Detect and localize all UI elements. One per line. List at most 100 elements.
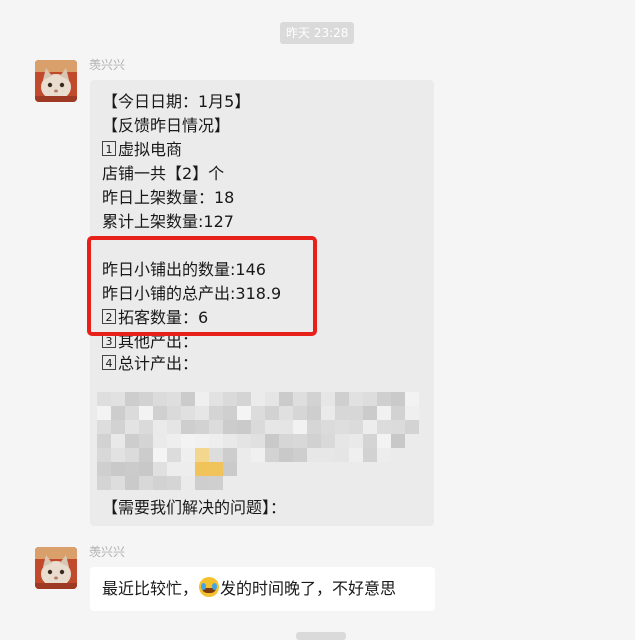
- mosaic-cell: [279, 420, 293, 434]
- mosaic-cell: [195, 462, 209, 476]
- mosaic-cell: [363, 448, 377, 462]
- sender-avatar[interactable]: [35, 547, 77, 589]
- mosaic-cell: [181, 392, 195, 406]
- mosaic-cell: [153, 420, 167, 434]
- mosaic-cell: [237, 406, 251, 420]
- mosaic-cell: [251, 406, 265, 420]
- mosaic-cell: [139, 476, 153, 490]
- mosaic-cell: [279, 434, 293, 448]
- mosaic-cell: [167, 434, 181, 448]
- mosaic-cell: [377, 392, 391, 406]
- mosaic-cell: [111, 448, 125, 462]
- mosaic-cell: [167, 462, 181, 476]
- mosaic-cell: [209, 434, 223, 448]
- mosaic-cell: [97, 406, 111, 420]
- mosaic-cell: [153, 448, 167, 462]
- mosaic-cell: [307, 434, 321, 448]
- mosaic-cell: [265, 392, 279, 406]
- mosaic-cell: [223, 462, 237, 476]
- number-box-icon: 4: [102, 355, 116, 370]
- mosaic-cell: [209, 420, 223, 434]
- mosaic-cell: [111, 420, 125, 434]
- mosaic-cell: [195, 420, 209, 434]
- tears-of-joy-emoji-icon: [199, 577, 220, 597]
- mosaic-cell: [111, 434, 125, 448]
- mosaic-cell: [251, 448, 265, 462]
- mosaic-cell: [195, 448, 209, 462]
- mosaic-cell: [321, 448, 335, 462]
- mosaic-cell: [125, 476, 139, 490]
- mosaic-cell: [335, 392, 349, 406]
- mosaic-cell: [195, 392, 209, 406]
- mosaic-cell: [391, 406, 405, 420]
- mosaic-cell: [335, 434, 349, 448]
- mosaic-cell: [405, 420, 419, 434]
- mosaic-cell: [125, 462, 139, 476]
- mosaic-cell: [265, 420, 279, 434]
- message-line: 昨日上架数量：18: [102, 188, 235, 207]
- message-bubble[interactable]: 最近比较忙， 发的时间晚了，不好意思: [90, 567, 435, 611]
- mosaic-cell: [237, 392, 251, 406]
- red-highlight-box: [87, 236, 317, 336]
- mosaic-cell: [251, 392, 265, 406]
- mosaic-cell: [237, 434, 251, 448]
- mosaic-cell: [223, 448, 237, 462]
- mosaic-cell: [223, 392, 237, 406]
- mosaic-cell: [125, 406, 139, 420]
- sender-name: 羡兴兴: [89, 545, 126, 559]
- mosaic-cell: [335, 420, 349, 434]
- message-line: 【反馈昨日情况】: [102, 116, 231, 135]
- mosaic-cell: [111, 476, 125, 490]
- mosaic-cell: [265, 434, 279, 448]
- mosaic-cell: [293, 434, 307, 448]
- mosaic-cell: [363, 434, 377, 448]
- mosaic-cell: [209, 448, 223, 462]
- mosaic-cell: [97, 392, 111, 406]
- mosaic-cell: [237, 420, 251, 434]
- mosaic-cell: [405, 406, 419, 420]
- mosaic-cell: [293, 448, 307, 462]
- mosaic-cell: [181, 462, 195, 476]
- mosaic-cell: [391, 420, 405, 434]
- mosaic-cell: [321, 392, 335, 406]
- mosaic-cell: [153, 406, 167, 420]
- mosaic-cell: [209, 406, 223, 420]
- mosaic-cell: [167, 406, 181, 420]
- mosaic-cell: [391, 392, 405, 406]
- mosaic-cell: [279, 392, 293, 406]
- mosaic-cell: [321, 406, 335, 420]
- mosaic-cell: [349, 392, 363, 406]
- mosaic-cell: [139, 448, 153, 462]
- mosaic-cell: [321, 434, 335, 448]
- mosaic-cell: [251, 420, 265, 434]
- mosaic-cell: [97, 476, 111, 490]
- mosaic-cell: [405, 392, 419, 406]
- mosaic-cell: [363, 406, 377, 420]
- mosaic-cell: [125, 392, 139, 406]
- mosaic-cell: [349, 448, 363, 462]
- next-timestamp: [296, 632, 346, 640]
- cat-avatar-icon: [35, 60, 77, 102]
- mosaic-cell: [335, 406, 349, 420]
- mosaic-cell: [265, 448, 279, 462]
- mosaic-cell: [97, 448, 111, 462]
- mosaic-cell: [307, 448, 321, 462]
- message-line: 【需要我们解决的问题】：: [102, 498, 287, 517]
- mosaic-cell: [363, 392, 377, 406]
- mosaic-cell: [139, 434, 153, 448]
- mosaic-cell: [111, 462, 125, 476]
- mosaic-cell: [391, 434, 405, 448]
- mosaic-cell: [307, 392, 321, 406]
- sender-avatar[interactable]: [35, 60, 77, 102]
- message-line: 【今日日期：1月5】: [102, 92, 251, 111]
- mosaic-cell: [195, 406, 209, 420]
- mosaic-cell: [153, 476, 167, 490]
- number-box-icon: 1: [102, 141, 116, 156]
- mosaic-cell: [167, 420, 181, 434]
- mosaic-cell: [293, 392, 307, 406]
- mosaic-cell: [349, 434, 363, 448]
- mosaic-cell: [181, 476, 195, 490]
- mosaic-cell: [181, 448, 195, 462]
- mosaic-cell: [293, 420, 307, 434]
- mosaic-cell: [279, 448, 293, 462]
